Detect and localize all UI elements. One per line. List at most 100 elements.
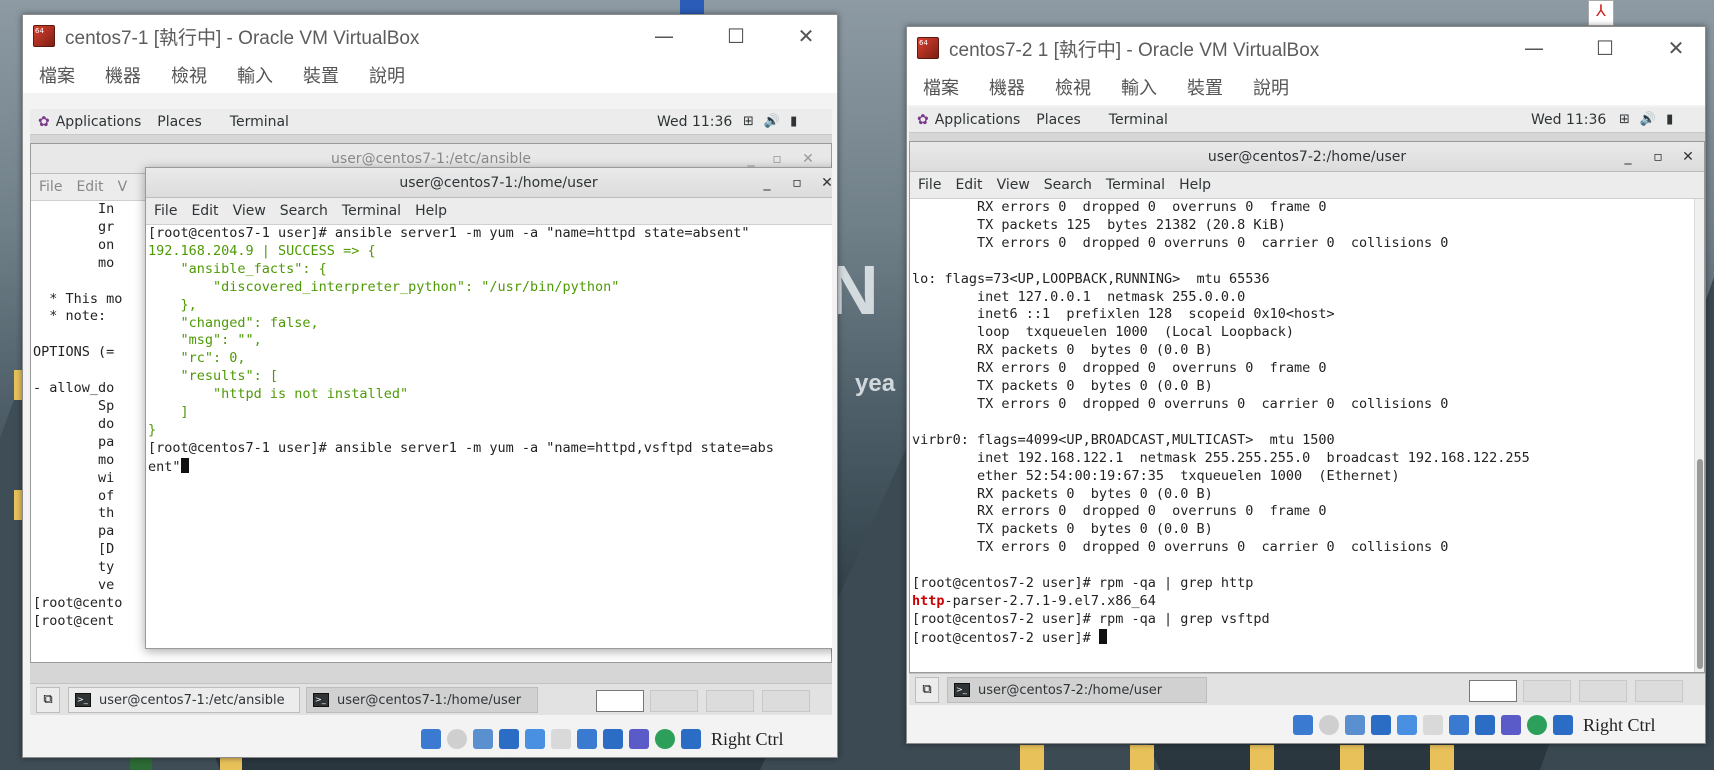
maximize-button[interactable]: ▫ (1648, 142, 1668, 172)
audio-icon[interactable] (1345, 715, 1365, 735)
battery-icon[interactable]: ▮ (790, 114, 797, 129)
terminal-window-home-user[interactable]: user@centos7-1:/home/user _ ▫ ✕ File Edi… (145, 167, 832, 649)
terminal-window-home-user[interactable]: user@centos7-2:/home/user _ ▫ ✕ File Edi… (909, 141, 1705, 673)
show-desktop-button[interactable]: ⧉ (36, 687, 60, 713)
close-button[interactable]: ✕ (817, 168, 832, 198)
menu-edit[interactable]: Edit (191, 203, 218, 219)
applications-menu[interactable]: Applications (56, 114, 142, 130)
menu-file[interactable]: File (154, 203, 177, 219)
virtualbox-window-centos7-2[interactable]: 64 centos7-2 1 [執行中] - Oracle VM Virtual… (906, 26, 1706, 744)
menu-help[interactable]: Help (1179, 177, 1211, 193)
desktop-folder-icon[interactable] (1130, 745, 1154, 770)
display-icon[interactable] (577, 729, 597, 749)
close-button[interactable]: ✕ (793, 23, 819, 49)
mouse-integration-icon[interactable] (655, 729, 675, 749)
usb-icon[interactable] (1397, 715, 1417, 735)
mouse-integration-icon[interactable] (1527, 715, 1547, 735)
vbox-titlebar[interactable]: 64 centos7-1 [執行中] - Oracle VM VirtualBo… (23, 15, 837, 57)
workspace-3[interactable] (1579, 680, 1627, 702)
maximize-button[interactable]: ☐ (723, 23, 749, 49)
optical-drive-icon[interactable] (447, 729, 467, 749)
workspace-3[interactable] (706, 690, 754, 712)
keyboard-capture-icon[interactable] (1553, 715, 1573, 735)
virtualization-icon[interactable] (629, 729, 649, 749)
video-capture-icon[interactable] (1475, 715, 1495, 735)
virtualization-icon[interactable] (1501, 715, 1521, 735)
show-desktop-button[interactable]: ⧉ (915, 677, 939, 703)
video-capture-icon[interactable] (603, 729, 623, 749)
vbox-titlebar[interactable]: 64 centos7-2 1 [執行中] - Oracle VM Virtual… (907, 27, 1705, 69)
network-icon[interactable]: ⊞ (743, 114, 754, 129)
maximize-button[interactable]: ☐ (1592, 35, 1618, 61)
close-button[interactable]: ✕ (1663, 35, 1689, 61)
workspace-2[interactable] (1523, 680, 1571, 702)
scrollbar[interactable] (1694, 199, 1704, 672)
workspace-4[interactable] (762, 690, 810, 712)
clock[interactable]: Wed 11:36 (657, 114, 732, 130)
menu-input[interactable]: 輸入 (1121, 74, 1157, 100)
taskbar-item-etc-ansible[interactable]: >_ user@centos7-1:/etc/ansible (68, 687, 300, 713)
scrollbar-thumb[interactable] (1697, 459, 1703, 669)
menu-search[interactable]: Search (1044, 177, 1092, 193)
menu-file[interactable]: 檔案 (923, 74, 959, 100)
virtualbox-window-centos7-1[interactable]: 64 centos7-1 [執行中] - Oracle VM VirtualBo… (22, 14, 838, 758)
menu-file[interactable]: File (918, 177, 941, 193)
desktop-pdf-icon[interactable]: ⅄ (1588, 0, 1614, 26)
workspace-1[interactable] (596, 690, 644, 712)
menu-input[interactable]: 輸入 (237, 62, 273, 88)
menu-view[interactable]: 檢視 (1055, 74, 1091, 100)
battery-icon[interactable]: ▮ (1666, 112, 1673, 127)
minimize-button[interactable]: _ (1618, 142, 1638, 172)
desktop-folder-icon[interactable] (1250, 745, 1274, 770)
network-adapter-icon[interactable] (1371, 715, 1391, 735)
close-button[interactable]: ✕ (1678, 142, 1698, 172)
clock[interactable]: Wed 11:36 (1531, 112, 1606, 128)
menu-help[interactable]: 說明 (369, 62, 405, 88)
menu-search[interactable]: Search (280, 203, 328, 219)
menu-machine[interactable]: 機器 (989, 74, 1025, 100)
menu-help[interactable]: Help (415, 203, 447, 219)
terminal-menu[interactable]: Terminal (1109, 112, 1168, 128)
maximize-button[interactable]: ▫ (787, 168, 807, 198)
desktop-folder-icon[interactable] (1430, 745, 1454, 770)
menu-view[interactable]: 檢視 (171, 62, 207, 88)
menu-file[interactable]: File (39, 179, 62, 195)
applications-menu[interactable]: Applications (935, 112, 1021, 128)
minimize-button[interactable]: _ (757, 168, 777, 198)
network-adapter-icon[interactable] (499, 729, 519, 749)
menu-file[interactable]: 檔案 (39, 62, 75, 88)
display-icon[interactable] (1449, 715, 1469, 735)
terminal-output[interactable]: [root@centos7-1 user]# ansible server1 -… (146, 225, 832, 648)
network-icon[interactable]: ⊞ (1619, 112, 1630, 127)
menu-view[interactable]: V (118, 179, 128, 195)
hard-disk-icon[interactable] (1293, 715, 1313, 735)
volume-icon[interactable]: 🔊 (764, 114, 780, 129)
places-menu[interactable]: Places (1036, 112, 1081, 128)
minimize-button[interactable]: — (1521, 35, 1547, 61)
menu-devices[interactable]: 裝置 (1187, 74, 1223, 100)
keyboard-capture-icon[interactable] (681, 729, 701, 749)
menu-machine[interactable]: 機器 (105, 62, 141, 88)
guest-screen[interactable]: ✿ Applications Places Terminal Wed 11:36… (909, 107, 1705, 705)
menu-terminal[interactable]: Terminal (1106, 177, 1165, 193)
menu-help[interactable]: 說明 (1253, 74, 1289, 100)
terminal-titlebar[interactable]: user@centos7-1:/home/user (146, 168, 832, 198)
terminal-menu[interactable]: Terminal (230, 114, 289, 130)
optical-drive-icon[interactable] (1319, 715, 1339, 735)
workspace-1[interactable] (1469, 680, 1517, 702)
shared-folders-icon[interactable] (1423, 715, 1443, 735)
menu-edit[interactable]: Edit (76, 179, 103, 195)
menu-terminal[interactable]: Terminal (342, 203, 401, 219)
desktop-folder-icon[interactable] (1340, 745, 1364, 770)
shared-folders-icon[interactable] (551, 729, 571, 749)
menu-edit[interactable]: Edit (955, 177, 982, 193)
usb-icon[interactable] (525, 729, 545, 749)
menu-view[interactable]: View (233, 203, 266, 219)
hard-disk-icon[interactable] (421, 729, 441, 749)
menu-view[interactable]: View (997, 177, 1030, 193)
workspace-2[interactable] (650, 690, 698, 712)
terminal-output[interactable]: RX errors 0 dropped 0 overruns 0 frame 0… (910, 199, 1692, 672)
guest-screen[interactable]: ✿ Applications Places Terminal Wed 11:36… (30, 109, 832, 715)
terminal-titlebar[interactable]: user@centos7-2:/home/user (910, 142, 1704, 172)
taskbar-item-home-user[interactable]: >_ user@centos7-1:/home/user (306, 687, 538, 713)
